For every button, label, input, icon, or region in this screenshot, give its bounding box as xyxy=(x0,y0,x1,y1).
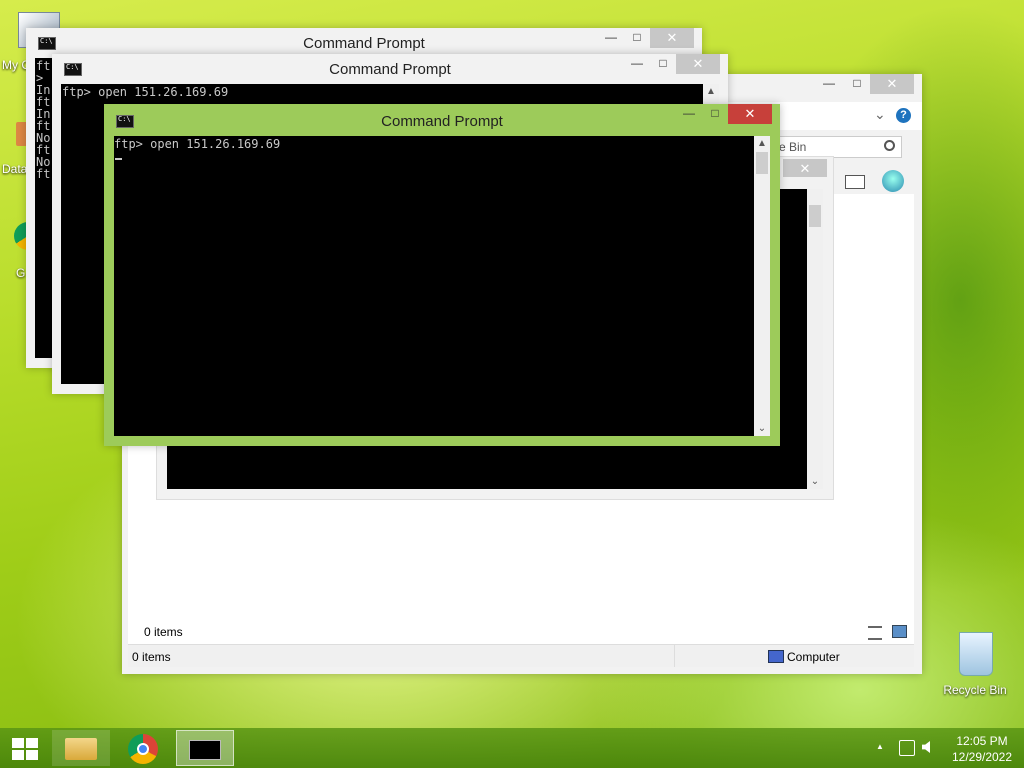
explorer-minimize-button[interactable]: — xyxy=(816,74,842,94)
console-line: ftp> open 151.26.169.69 xyxy=(114,137,281,151)
cmd-back-minimize-button[interactable]: — xyxy=(598,28,624,48)
desktop-icon-label: G xyxy=(16,266,26,280)
scroll-down-arrow[interactable]: ⌄ xyxy=(807,476,823,487)
mail-icon[interactable] xyxy=(845,175,865,189)
cmd-front-close-button[interactable]: ✕ xyxy=(728,104,772,124)
cmd-back-maximize-button[interactable]: □ xyxy=(624,28,650,48)
search-icon xyxy=(884,140,895,151)
scroll-thumb[interactable] xyxy=(809,205,821,227)
cmd-back-close-button[interactable]: ✕ xyxy=(650,28,694,48)
search-placeholder: e Bin xyxy=(779,140,807,154)
taskbar-file-explorer[interactable] xyxy=(52,730,110,766)
clock-date[interactable]: 12/29/2022 xyxy=(950,750,1014,764)
clock-time[interactable]: 12:05 PM xyxy=(950,734,1014,748)
scroll-up-arrow[interactable]: ▲ xyxy=(703,86,719,97)
folder-icon xyxy=(65,738,97,760)
scroll-down-arrow[interactable]: ⌄ xyxy=(754,423,770,434)
cmd-front-minimize-button[interactable]: — xyxy=(676,104,702,124)
cmd-front-maximize-button[interactable]: □ xyxy=(702,104,728,124)
help-icon[interactable]: ? xyxy=(896,108,911,123)
volume-icon[interactable] xyxy=(922,741,930,753)
console-line: ft xyxy=(36,167,51,181)
desktop-icon-recycle-bin[interactable]: Recycle Bin xyxy=(940,630,1010,700)
computer-icon xyxy=(768,650,784,663)
status-divider xyxy=(674,645,675,667)
console-cursor xyxy=(115,158,122,160)
windows-logo-icon xyxy=(12,738,38,760)
cmd-window-front[interactable]: Command Prompt — □ ✕ ftp> open 151.26.16… xyxy=(104,104,780,446)
cmd-front-scrollbar[interactable]: ▲ ⌄ xyxy=(754,136,770,436)
cmd-mid-close-button[interactable]: ✕ xyxy=(676,54,720,74)
tray-overflow-button[interactable]: ▲ xyxy=(876,742,884,751)
view-details-icon[interactable] xyxy=(868,626,882,640)
cmd-mid-maximize-button[interactable]: □ xyxy=(650,54,676,74)
scroll-thumb[interactable] xyxy=(756,152,768,174)
explorer-close-button[interactable]: ✕ xyxy=(870,74,914,94)
explorer-maximize-button[interactable]: □ xyxy=(844,74,870,94)
status-bar: 0 items Computer xyxy=(128,644,914,667)
taskbar-command-prompt[interactable] xyxy=(176,730,234,766)
cmd-front-console[interactable]: ftp> open 151.26.169.69 xyxy=(114,136,754,436)
desktop-icon-label: Recycle Bin xyxy=(943,683,1007,697)
inner-close-button[interactable]: ✕ xyxy=(783,159,827,177)
pane-item-count: 0 items xyxy=(144,625,183,639)
inner-scrollbar[interactable]: ⌄ xyxy=(807,189,823,489)
status-location: Computer xyxy=(787,650,840,664)
ribbon-expand-icon[interactable]: ⌄ xyxy=(874,106,886,123)
search-input[interactable]: e Bin xyxy=(762,136,902,158)
recycle-bin-icon xyxy=(959,632,993,676)
shell-icon[interactable] xyxy=(882,170,904,192)
start-button[interactable] xyxy=(0,730,48,766)
taskbar: ▲ 12:05 PM 12/29/2022 xyxy=(0,728,1024,768)
chrome-icon xyxy=(128,734,158,764)
status-item-count: 0 items xyxy=(132,650,171,664)
cmd-icon xyxy=(189,740,221,760)
scroll-up-arrow[interactable]: ▲ xyxy=(754,138,770,149)
console-line: ftp> open 151.26.169.69 xyxy=(62,85,229,99)
cmd-mid-minimize-button[interactable]: — xyxy=(624,54,650,74)
desktop-icon-label: Data xyxy=(2,162,28,176)
view-tiles-icon[interactable] xyxy=(892,625,907,638)
taskbar-chrome[interactable] xyxy=(114,730,172,766)
network-icon[interactable] xyxy=(899,740,915,756)
